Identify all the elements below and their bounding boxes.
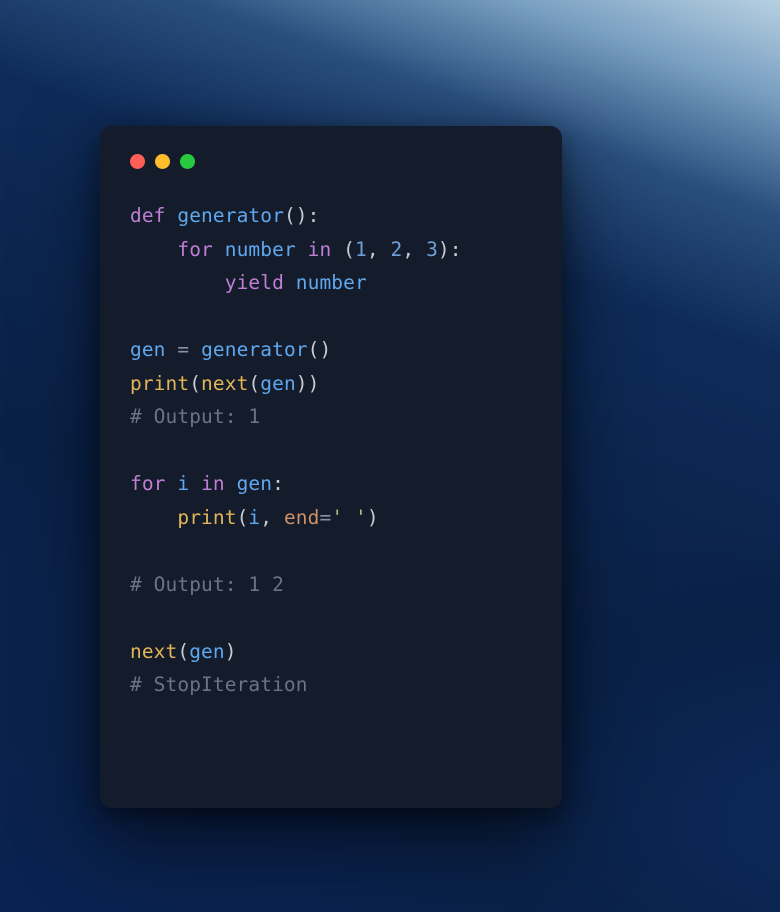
code-line-1: def generator():	[130, 204, 319, 227]
code-block: def generator(): for number in (1, 2, 3)…	[130, 199, 532, 702]
code-window: def generator(): for number in (1, 2, 3)…	[100, 126, 562, 808]
code-line-9: for i in gen:	[130, 472, 284, 495]
window-controls	[130, 154, 532, 169]
code-line-15: # StopIteration	[130, 673, 308, 696]
code-line-10: print(i, end=' ')	[130, 506, 379, 529]
minimize-icon[interactable]	[155, 154, 170, 169]
code-line-3: yield number	[130, 271, 367, 294]
code-line-12: # Output: 1 2	[130, 573, 284, 596]
code-line-2: for number in (1, 2, 3):	[130, 238, 462, 261]
zoom-icon[interactable]	[180, 154, 195, 169]
code-line-6: print(next(gen))	[130, 372, 319, 395]
code-line-7: # Output: 1	[130, 405, 260, 428]
close-icon[interactable]	[130, 154, 145, 169]
code-line-5: gen = generator()	[130, 338, 331, 361]
code-line-14: next(gen)	[130, 640, 237, 663]
